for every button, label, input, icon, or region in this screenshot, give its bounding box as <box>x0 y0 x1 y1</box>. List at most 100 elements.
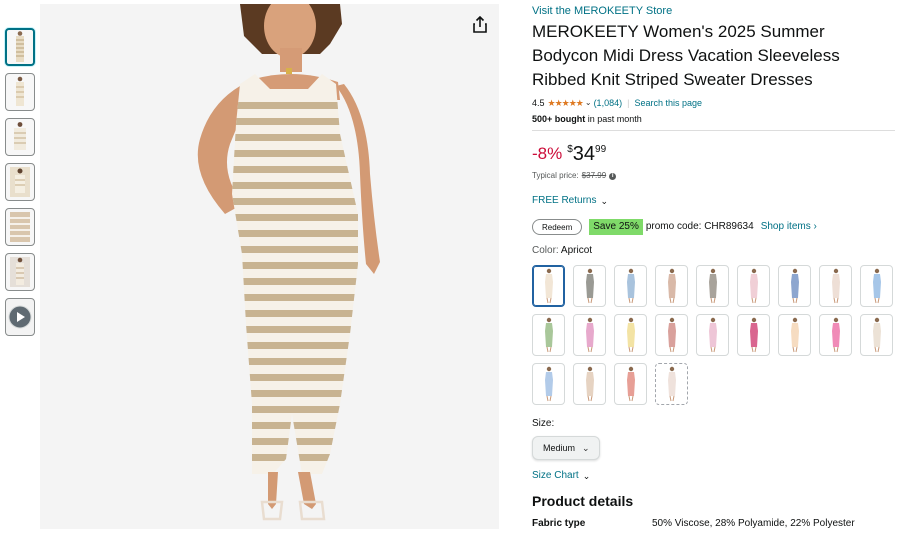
size-dropdown[interactable]: Medium ⌄ <box>532 436 600 460</box>
typical-price-label: Typical price: <box>532 171 579 180</box>
model-head <box>587 268 592 274</box>
product-details-heading: Product details <box>532 493 634 509</box>
chevron-down-icon[interactable]: ⌄ <box>585 97 592 109</box>
color-swatch[interactable] <box>655 363 688 405</box>
dress-shape <box>585 323 594 347</box>
model-legs <box>628 297 633 304</box>
model-head <box>669 317 674 323</box>
divider-line <box>532 130 895 131</box>
color-swatch[interactable] <box>778 314 811 356</box>
dress-thumbnail <box>831 317 840 353</box>
color-swatch[interactable] <box>737 265 770 307</box>
model-head <box>874 268 879 274</box>
color-swatch[interactable] <box>696 314 729 356</box>
model-head <box>874 317 879 323</box>
thumbnail-1[interactable] <box>5 28 35 66</box>
dress-thumbnail <box>831 268 840 304</box>
search-this-page-link[interactable]: Search this page <box>634 97 702 109</box>
dress-thumbnail <box>667 268 676 304</box>
color-swatch[interactable] <box>655 265 688 307</box>
dress-thumbnail <box>872 268 881 304</box>
thumbnail-3[interactable] <box>5 118 35 156</box>
chevron-down-icon[interactable]: ⌄ <box>600 195 608 207</box>
chevron-down-icon: ⌄ <box>582 442 590 453</box>
model-legs <box>710 346 715 353</box>
model-legs <box>546 297 551 304</box>
color-swatch[interactable] <box>614 265 647 307</box>
color-swatch[interactable] <box>696 265 729 307</box>
color-swatch[interactable] <box>819 265 852 307</box>
color-swatch[interactable] <box>614 314 647 356</box>
thumbnail-2[interactable] <box>5 73 35 111</box>
price-row: -8% $ 34 99 <box>532 143 895 165</box>
color-swatch[interactable] <box>860 314 893 356</box>
color-swatch[interactable] <box>737 314 770 356</box>
dress-thumbnail <box>626 366 635 402</box>
model-legs <box>546 395 551 402</box>
dress-shape <box>544 274 553 298</box>
dress-shape <box>544 323 553 347</box>
color-swatch[interactable] <box>778 265 811 307</box>
color-swatch[interactable] <box>532 265 565 307</box>
model-head <box>833 317 838 323</box>
model-head <box>669 268 674 274</box>
thumbnail-4[interactable] <box>5 163 35 201</box>
color-swatch[interactable] <box>573 265 606 307</box>
color-swatch[interactable] <box>532 363 565 405</box>
color-swatch[interactable] <box>573 363 606 405</box>
thumbnail-5[interactable] <box>5 208 35 246</box>
model-head <box>587 317 592 323</box>
dress-thumbnail <box>585 317 594 353</box>
store-link[interactable]: Visit the MEROKEETY Store <box>532 4 895 18</box>
price-fraction: 99 <box>595 144 607 155</box>
color-swatch[interactable] <box>573 314 606 356</box>
main-product-image[interactable] <box>40 4 499 529</box>
star-rating-icon[interactable]: ★★★★★ <box>548 97 584 109</box>
dress-thumbnail <box>749 268 758 304</box>
dress-shape <box>708 323 717 347</box>
size-label: Size: <box>532 418 555 429</box>
color-label: Color: Apricot <box>532 245 895 257</box>
model-head <box>546 317 551 323</box>
chevron-down-icon[interactable]: ⌄ <box>583 470 591 482</box>
thumbnail-video[interactable] <box>5 298 35 336</box>
dress-thumbnail <box>626 268 635 304</box>
free-returns-label[interactable]: FREE Returns <box>532 195 596 207</box>
shop-items-link[interactable]: Shop items › <box>761 220 817 234</box>
dress-shape <box>790 323 799 347</box>
share-button[interactable] <box>470 14 490 34</box>
model-head <box>669 366 674 372</box>
dress-shape <box>544 372 553 396</box>
model-legs <box>546 346 551 353</box>
dress-thumbnail <box>544 366 553 402</box>
size-chart-link[interactable]: Size Chart ⌄ <box>532 470 895 482</box>
dress-thumbnail <box>585 268 594 304</box>
thumbnail-6[interactable] <box>5 253 35 291</box>
share-icon <box>473 15 487 33</box>
dress-shape <box>749 323 758 347</box>
thumbnail-strip <box>5 28 35 343</box>
dress-shape <box>667 323 676 347</box>
info-icon[interactable]: i <box>609 172 617 180</box>
color-swatch[interactable] <box>860 265 893 307</box>
color-swatch-grid <box>532 265 895 405</box>
model-legs <box>628 346 633 353</box>
size-chart-label[interactable]: Size Chart <box>532 470 579 482</box>
save-badge: Save 25% <box>589 219 643 235</box>
dress-shape <box>872 323 881 347</box>
model-legs <box>587 297 592 304</box>
price-whole: 34 <box>572 143 596 165</box>
color-swatch[interactable] <box>655 314 688 356</box>
color-swatch[interactable] <box>532 314 565 356</box>
detail-value: 50% Viscose, 28% Polyamide, 22% Polyeste… <box>652 518 855 529</box>
color-swatch[interactable] <box>819 314 852 356</box>
free-returns-link[interactable]: FREE Returns ⌄ <box>532 195 895 207</box>
color-swatch[interactable] <box>614 363 647 405</box>
model-head <box>628 317 633 323</box>
redeem-button[interactable]: Redeem <box>532 219 583 235</box>
rating-count-link[interactable]: (1,084) <box>594 97 623 109</box>
dress-thumbnail <box>708 317 717 353</box>
play-icon <box>8 305 32 329</box>
bought-in-past-month: 500+ bought in past month <box>532 113 895 125</box>
dress-thumbnail <box>790 268 799 304</box>
